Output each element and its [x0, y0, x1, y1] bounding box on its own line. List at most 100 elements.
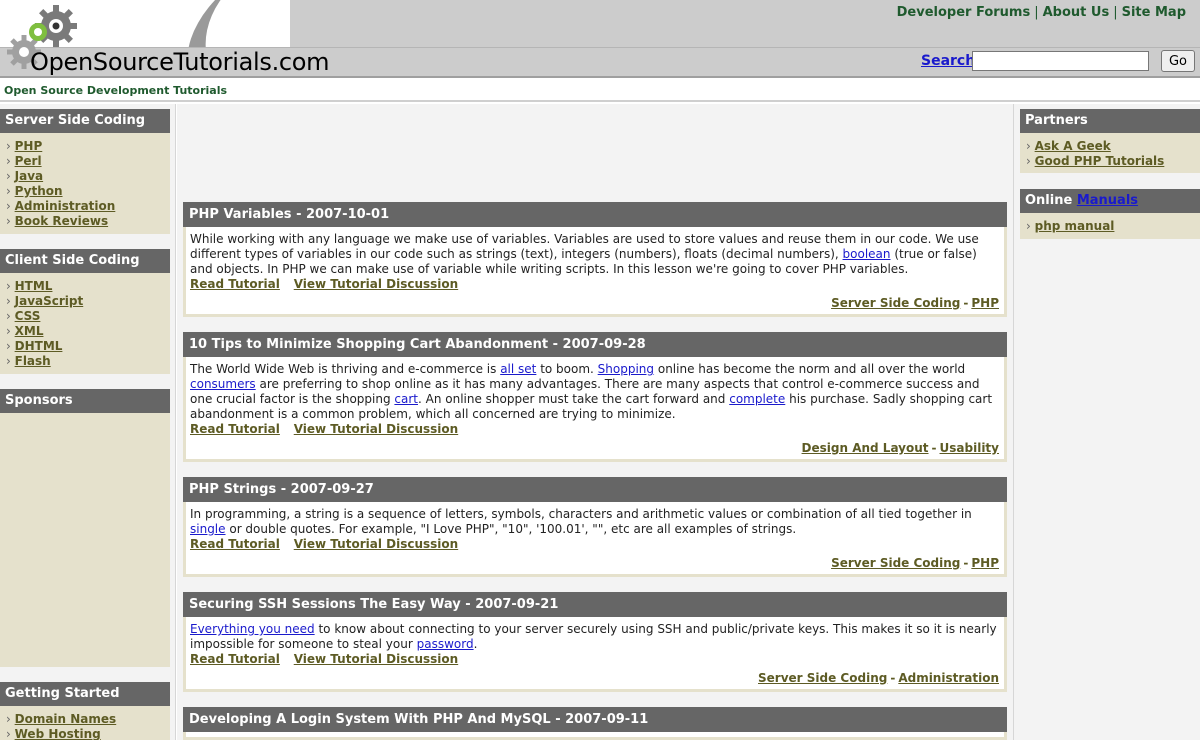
- partners-box: › Ask A Geek › Good PHP Tutorials: [1020, 133, 1200, 173]
- list-item: › PHP: [6, 139, 43, 153]
- php-manual-link[interactable]: php manual: [1035, 219, 1115, 233]
- read-tutorial-link[interactable]: Read Tutorial: [190, 537, 280, 551]
- post: The World Wide Web is thriving and e-com…: [183, 357, 1007, 462]
- category-link[interactable]: Usability: [940, 441, 999, 455]
- sidebar-link-javascript[interactable]: JavaScript: [15, 294, 84, 308]
- inline-link[interactable]: single: [190, 522, 226, 536]
- sidebar-link-python[interactable]: Python: [15, 184, 63, 198]
- post-excerpt: Everything you need to know about connec…: [186, 617, 1004, 652]
- inline-link[interactable]: Everything you need: [190, 622, 315, 636]
- developer-forums-link[interactable]: Developer Forums: [897, 5, 1031, 20]
- post-title[interactable]: Developing A Login System With PHP And M…: [183, 707, 1007, 732]
- inline-link[interactable]: all set: [500, 362, 536, 376]
- category-link[interactable]: PHP: [971, 556, 999, 570]
- post-excerpt: The World Wide Web is thriving and e-com…: [186, 357, 1004, 422]
- read-tutorial-link[interactable]: Read Tutorial: [190, 652, 280, 666]
- partner-link-ask-a-geek[interactable]: Ask A Geek: [1035, 139, 1111, 153]
- sidebar-link-dhtml[interactable]: DHTML: [15, 339, 63, 353]
- inline-link[interactable]: boolean: [843, 247, 891, 261]
- category-link[interactable]: PHP: [971, 296, 999, 310]
- getting-started-box: › Domain Names › Web Hosting: [0, 706, 170, 740]
- list-item: › Java: [6, 169, 44, 183]
- list-item: › Good PHP Tutorials: [1026, 154, 1165, 168]
- sidebar-link-php[interactable]: PHP: [15, 139, 43, 153]
- sidebar-link-perl[interactable]: Perl: [15, 154, 42, 168]
- post: [183, 732, 1007, 740]
- list-item: › Flash: [6, 354, 51, 368]
- list-item: › Python: [6, 184, 63, 198]
- view-discussion-link[interactable]: View Tutorial Discussion: [294, 277, 458, 291]
- search-input[interactable]: [972, 51, 1149, 71]
- sidebar-link-domain-names[interactable]: Domain Names: [15, 712, 117, 726]
- list-item: › JavaScript: [6, 294, 84, 308]
- separator: |: [1034, 5, 1039, 20]
- sidebar-link-xml[interactable]: XML: [15, 324, 44, 338]
- post-categories: Server Side Coding - Administration: [758, 671, 999, 685]
- manuals-link[interactable]: Manuals: [1077, 193, 1138, 208]
- list-item: › Web Hosting: [6, 727, 101, 740]
- inline-link[interactable]: password: [417, 637, 474, 651]
- inline-link[interactable]: Shopping: [598, 362, 654, 376]
- category-link[interactable]: Design And Layout: [802, 441, 929, 455]
- view-discussion-link[interactable]: View Tutorial Discussion: [294, 422, 458, 436]
- partners-title: Partners: [1020, 109, 1200, 133]
- site-header: OpenSourceTutorials.com Developer Forums…: [0, 0, 1200, 78]
- excerpt-text: to boom.: [536, 362, 598, 376]
- server-side-list: › PHP › Perl › Java › Python › Administr…: [0, 133, 170, 229]
- excerpt-text: or double quotes. For example, "I Love P…: [225, 522, 797, 536]
- view-discussion-link[interactable]: View Tutorial Discussion: [294, 537, 458, 551]
- read-tutorial-link[interactable]: Read Tutorial: [190, 422, 280, 436]
- search-link[interactable]: Search: [921, 53, 975, 69]
- separator: -: [890, 671, 896, 685]
- site-map-link[interactable]: Site Map: [1122, 5, 1186, 20]
- server-side-title: Server Side Coding: [0, 109, 170, 133]
- list-item: › CSS: [6, 309, 41, 323]
- list-item: › HTML: [6, 279, 53, 293]
- post-categories: Server Side Coding - PHP: [831, 556, 999, 570]
- about-us-link[interactable]: About Us: [1043, 5, 1110, 20]
- post-excerpt: While working with any language we make …: [186, 227, 1004, 277]
- category-link[interactable]: Administration: [898, 671, 999, 685]
- post-categories: Server Side Coding - PHP: [831, 296, 999, 310]
- post-title[interactable]: PHP Variables - 2007-10-01: [183, 202, 1007, 227]
- post-actions: Read Tutorial View Tutorial Discussion: [186, 537, 1004, 552]
- getting-started-title: Getting Started: [0, 682, 170, 706]
- list-item: › Ask A Geek: [1026, 139, 1111, 153]
- sidebar-link-book-reviews[interactable]: Book Reviews: [15, 214, 108, 228]
- go-button[interactable]: Go: [1161, 50, 1195, 72]
- read-tutorial-link[interactable]: Read Tutorial: [190, 277, 280, 291]
- site-title[interactable]: OpenSourceTutorials.com: [30, 48, 330, 76]
- view-discussion-link[interactable]: View Tutorial Discussion: [294, 652, 458, 666]
- post-title[interactable]: 10 Tips to Minimize Shopping Cart Abando…: [183, 332, 1007, 357]
- excerpt-text: . An online shopper must take the cart f…: [418, 392, 730, 406]
- sidebar-link-java[interactable]: Java: [15, 169, 43, 183]
- list-item: › Domain Names: [6, 712, 117, 726]
- client-side-box: › HTML › JavaScript › CSS › XML › DHTML …: [0, 273, 170, 374]
- inline-link[interactable]: complete: [729, 392, 785, 406]
- online-manuals-prefix: Online: [1025, 193, 1073, 208]
- sidebar-link-css[interactable]: CSS: [15, 309, 41, 323]
- excerpt-text: In programming, a string is a sequence o…: [190, 507, 972, 521]
- post: In programming, a string is a sequence o…: [183, 502, 1007, 577]
- category-link[interactable]: Server Side Coding: [831, 296, 960, 310]
- sidebar-link-web-hosting[interactable]: Web Hosting: [15, 727, 101, 740]
- sidebar-link-flash[interactable]: Flash: [15, 354, 51, 368]
- post-title[interactable]: PHP Strings - 2007-09-27: [183, 477, 1007, 502]
- getting-started-list: › Domain Names › Web Hosting: [0, 706, 170, 740]
- post: Everything you need to know about connec…: [183, 617, 1007, 692]
- separator: |: [1113, 5, 1118, 20]
- sidebar-link-administration[interactable]: Administration: [15, 199, 116, 213]
- online-manuals-title: Online Manuals: [1020, 189, 1200, 213]
- post-title[interactable]: Securing SSH Sessions The Easy Way - 200…: [183, 592, 1007, 617]
- partner-link-good-php-tutorials[interactable]: Good PHP Tutorials: [1035, 154, 1165, 168]
- sidebar-link-html[interactable]: HTML: [15, 279, 53, 293]
- inline-link[interactable]: cart: [394, 392, 418, 406]
- category-link[interactable]: Server Side Coding: [831, 556, 960, 570]
- inline-link[interactable]: consumers: [190, 377, 256, 391]
- sponsors-box: [0, 413, 170, 667]
- separator: -: [963, 296, 969, 310]
- category-link[interactable]: Server Side Coding: [758, 671, 887, 685]
- header-swoosh: [160, 0, 290, 47]
- list-item: › php manual: [1026, 219, 1115, 233]
- post-actions: Read Tutorial View Tutorial Discussion: [186, 422, 1004, 437]
